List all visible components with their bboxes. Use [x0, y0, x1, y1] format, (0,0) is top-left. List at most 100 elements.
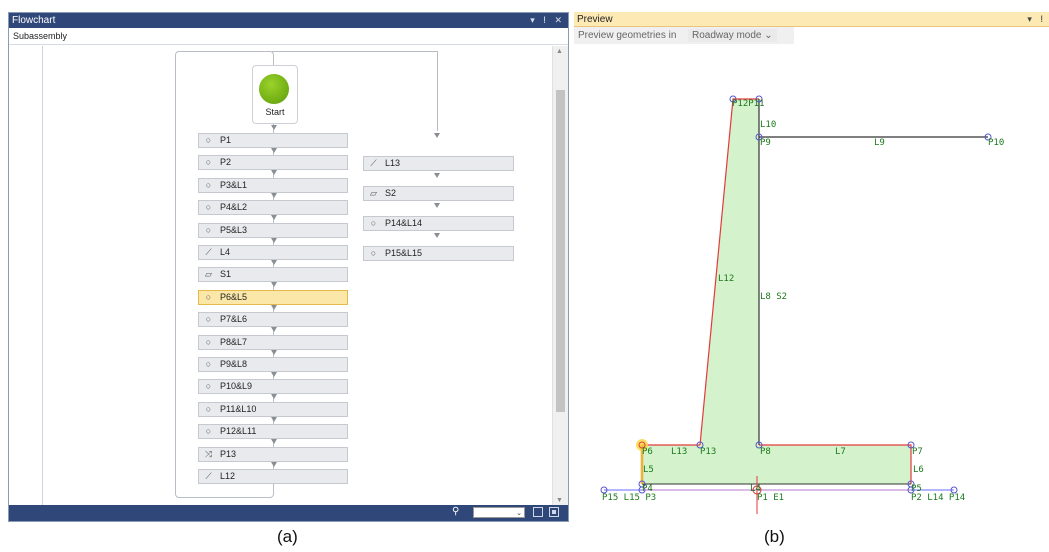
point-icon: ○ [205, 224, 212, 235]
connector-arrow [271, 327, 277, 333]
label-p13: P13 [700, 447, 716, 457]
main-node-label: P4&L2 [220, 202, 248, 213]
connector-arrow [271, 170, 277, 176]
connector-arrow [271, 282, 277, 288]
main-node[interactable]: ○ P12&L11 [198, 424, 348, 440]
connector-arrow [271, 148, 277, 153]
label-l13: L13 [671, 447, 687, 457]
side-node-label: S2 [385, 188, 397, 198]
flowchart-status-bar: ⚲ ⌄ [9, 505, 568, 521]
point-markers [600, 95, 992, 495]
caption-a: (a) [277, 527, 298, 546]
main-node[interactable]: ○ P9&L8 [198, 357, 348, 372]
main-node[interactable]: ⤨ P13 [198, 446, 348, 462]
main-node[interactable]: ○ P1 [198, 133, 348, 148]
side-node-label: P15&L15 [385, 248, 423, 258]
point-icon: ○ [370, 218, 377, 228]
window-controls[interactable]: ▾ ⵑ [1027, 12, 1046, 27]
point-icon: ○ [205, 426, 212, 437]
label-l8-s2: L8 S2 [760, 292, 787, 302]
flowchart-title-bar: Flowchart ▾ ⵑ ✕ [9, 13, 568, 28]
preview-mode-label: Preview geometries in [578, 30, 677, 41]
point-icon: ○ [205, 403, 212, 414]
point-icon: ○ [205, 336, 212, 347]
main-node-label: P3&L1 [220, 179, 248, 190]
main-node[interactable]: ○ P8&L7 [198, 334, 348, 350]
connector-arrow [271, 125, 277, 130]
chevron-down-icon: ⌄ [516, 510, 522, 517]
point-icon: ○ [205, 359, 212, 369]
main-node[interactable]: ○ P6&L5 [198, 289, 348, 305]
shape-icon: ▱ [370, 188, 377, 198]
preview-mode-dropdown[interactable]: Roadway mode ⌄ [688, 29, 777, 42]
scroll-down-icon[interactable]: ▼ [556, 497, 563, 504]
label-l10: L10 [760, 120, 776, 130]
main-node[interactable]: ○ P11&L10 [198, 401, 348, 417]
connector-arrow [271, 304, 277, 310]
scroll-up-icon[interactable]: ▲ [556, 48, 563, 55]
preview-canvas[interactable]: P12P11 L10 P9 L9 P10 L12 L8 S2 P6 L13 P1… [574, 44, 1049, 522]
connector-arrow [271, 439, 277, 445]
label-l12: L12 [718, 274, 734, 284]
link-icon: ⟋ [205, 247, 212, 257]
connector-arrow [271, 461, 277, 467]
main-node[interactable]: ○ P7&L6 [198, 312, 348, 328]
side-node[interactable]: ○ P15&L15 [363, 246, 514, 261]
main-node[interactable]: ▱ S1 [198, 267, 348, 283]
main-node-label: P5&L3 [220, 224, 248, 235]
point-icon: ○ [205, 157, 212, 168]
connector-arrow [271, 394, 277, 400]
canvas-guide-line [42, 46, 43, 506]
label-p1-e1: P1 E1 [757, 493, 784, 503]
preview-panel: Preview ▾ ⵑ Preview geometries in Roadwa… [574, 12, 1049, 522]
connector-arrow [271, 215, 277, 221]
intersection-icon: ⤨ [204, 448, 213, 459]
label-p12-p11: P12P11 [732, 99, 765, 109]
search-icon[interactable]: ⚲ [452, 506, 459, 517]
connector-arrow [271, 192, 277, 198]
zoom-dropdown[interactable]: ⌄ [473, 507, 525, 518]
point-icon: ○ [205, 314, 212, 325]
preview-title: Preview [577, 14, 613, 25]
chevron-down-icon: ⌄ [764, 30, 773, 41]
start-circle-icon [259, 74, 289, 104]
connector-arrow [434, 203, 440, 208]
connector-arrow [271, 349, 277, 355]
main-node[interactable]: ○ P5&L3 [198, 222, 348, 238]
connector-arrow [271, 237, 277, 243]
label-l9: L9 [874, 138, 885, 148]
side-node[interactable]: ▱ S2 [363, 186, 514, 201]
flowchart-canvas[interactable]: Start ○ P1 ○ P2 ○ P3&L1 ○ P4&L2 ○ P5&L3 ⟋ L4 ▱ S1 ○ P6&… [9, 46, 568, 506]
window-controls[interactable]: ▾ ⵑ ✕ [530, 13, 565, 28]
connector-arrow [434, 173, 440, 178]
label-l6: L6 [913, 465, 924, 475]
shape-icon: ▱ [205, 269, 212, 280]
side-node[interactable]: ○ P14&L14 [363, 216, 514, 231]
main-node[interactable]: ⟋ L4 [198, 245, 348, 260]
caption-b: (b) [764, 527, 785, 546]
main-node-label: P7&L6 [220, 314, 248, 325]
flowchart-panel: Flowchart ▾ ⵑ ✕ Subassembly Start ○ P1 ○ P2… [8, 12, 569, 522]
main-node-label: S1 [220, 269, 232, 280]
main-node[interactable]: ⟋ L12 [198, 469, 348, 484]
start-node[interactable]: Start [252, 65, 298, 124]
main-node-label: P10&L9 [220, 381, 253, 392]
main-node[interactable]: ○ P4&L2 [198, 200, 348, 216]
fit-view-icon[interactable] [533, 507, 543, 517]
preview-mode-row: Preview geometries in Roadway mode ⌄ [574, 27, 794, 44]
main-node[interactable]: ○ P10&L9 [198, 379, 348, 395]
subassembly-header: Subassembly [9, 28, 568, 45]
toggle-view-icon[interactable] [549, 507, 559, 517]
point-icon: ○ [205, 202, 212, 213]
main-node-label: P2 [220, 157, 232, 168]
main-node[interactable]: ○ P2 [198, 155, 348, 171]
label-p7: P7 [912, 447, 923, 457]
flowchart-title: Flowchart [12, 15, 56, 26]
scroll-thumb[interactable] [556, 90, 565, 412]
main-node-label: P6&L5 [220, 291, 248, 302]
main-node[interactable]: ○ P3&L1 [198, 177, 348, 193]
side-node[interactable]: ⟋ L13 [363, 156, 514, 171]
connector-arrow [434, 133, 440, 138]
flowchart-scrollbar[interactable]: ▲ ▼ [552, 46, 568, 506]
main-node-label: L12 [220, 471, 236, 481]
